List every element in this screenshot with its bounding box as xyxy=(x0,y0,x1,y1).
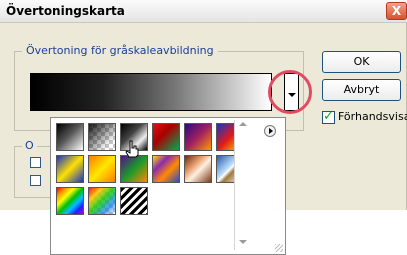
dropdown-highlight-circle xyxy=(268,70,312,114)
swatch-violet-orange[interactable] xyxy=(184,123,212,151)
preview-label: Förhandsvisa xyxy=(338,110,407,123)
title-bar: Övertoningskarta xyxy=(0,0,407,23)
swatch-transparent-rainbow[interactable] xyxy=(88,187,116,215)
swatch-orange-yellow-orange[interactable] xyxy=(88,155,116,183)
checkmark-icon: ✓ xyxy=(323,109,334,124)
resize-grip-icon[interactable] xyxy=(275,244,283,252)
dialog-title: Övertoningskarta xyxy=(6,4,125,18)
close-button[interactable]: X xyxy=(386,2,407,20)
picker-scrollbar[interactable] xyxy=(234,120,251,250)
right-arrow-circle-icon xyxy=(269,128,273,134)
scroll-up-icon[interactable] xyxy=(239,122,247,126)
swatch-violet-green-orange[interactable] xyxy=(120,155,148,183)
swatch-red-green[interactable] xyxy=(152,123,180,151)
swatch-yellow-violet-orange-blue[interactable] xyxy=(152,155,180,183)
close-icon: X xyxy=(391,4,402,18)
ok-button[interactable]: OK xyxy=(322,51,401,73)
scroll-down-icon[interactable] xyxy=(239,240,247,244)
reverse-checkbox[interactable] xyxy=(30,175,41,186)
hand-pointer-icon xyxy=(125,140,139,158)
gradient-group-label: Övertoning för gråskaleavbildning xyxy=(22,44,218,57)
gradient-preview-bar[interactable] xyxy=(30,73,272,111)
swatch-transparent-checker[interactable] xyxy=(88,123,116,151)
picker-menu-button[interactable] xyxy=(264,125,276,137)
options-group-label: O xyxy=(22,139,37,152)
swatch-copper[interactable] xyxy=(184,155,212,183)
preview-checkbox[interactable]: ✓ xyxy=(322,109,335,124)
dither-checkbox[interactable] xyxy=(30,157,41,168)
swatch-spectrum[interactable] xyxy=(56,187,84,215)
cancel-button[interactable]: Avbryt xyxy=(322,79,401,101)
swatch-black-white[interactable] xyxy=(56,123,84,151)
swatch-blue-yellow-blue[interactable] xyxy=(56,155,84,183)
swatch-transparent-stripes[interactable] xyxy=(120,187,148,215)
